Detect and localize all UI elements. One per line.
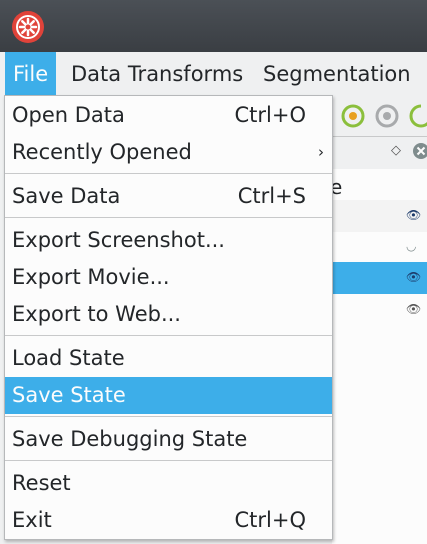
menu-item-reset[interactable]: Reset [5, 465, 332, 502]
pipeline-row[interactable]: 👁 [332, 294, 427, 326]
menu-item-label: Save State [12, 383, 126, 407]
menu-segmentation[interactable]: Segmentation [255, 52, 419, 96]
menu-file[interactable]: File [5, 52, 57, 96]
menu-separator [5, 460, 332, 461]
menu-item-open-data[interactable]: Open Data Ctrl+O [5, 97, 332, 134]
menu-item-export-movie[interactable]: Export Movie... [5, 259, 332, 296]
submenu-arrow-icon: › [318, 143, 324, 161]
menu-item-recently-opened[interactable]: Recently Opened › [5, 134, 332, 171]
menu-separator [5, 217, 332, 218]
menu-item-label: Export to Web... [12, 302, 181, 326]
menu-item-save-data[interactable]: Save Data Ctrl+S [5, 178, 332, 215]
file-menu-dropdown: Open Data Ctrl+O Recently Opened › Save … [4, 95, 333, 540]
menu-item-label: Open Data [12, 103, 125, 127]
hidden-eye-icon[interactable]: ◡ [406, 239, 416, 253]
menu-bar: File Data Transforms Segmentation [0, 52, 427, 96]
menu-item-export-to-web[interactable]: Export to Web... [5, 296, 332, 333]
pipeline-row-selected[interactable]: 👁 [332, 262, 427, 294]
app-logo-icon [12, 11, 44, 43]
menu-item-label: Load State [12, 346, 125, 370]
menu-item-shortcut: Ctrl+S [237, 184, 306, 208]
menu-separator [5, 416, 332, 417]
menu-item-label: Exit [12, 508, 52, 532]
menu-data-transforms[interactable]: Data Transforms [63, 52, 251, 96]
menu-item-shortcut: Ctrl+O [234, 103, 307, 127]
visibility-eye-icon[interactable]: 👁 [406, 208, 421, 222]
menu-item-save-debugging-state[interactable]: Save Debugging State [5, 421, 332, 458]
menu-item-shortcut: Ctrl+Q [234, 508, 307, 532]
menu-item-label: Export Movie... [12, 265, 170, 289]
pipeline-row[interactable]: ◡ [332, 232, 427, 264]
rotate-green-icon[interactable] [340, 103, 366, 129]
menu-item-label: Save Debugging State [12, 427, 248, 451]
pipeline-panel-header: ◇ [332, 136, 427, 170]
pipeline-row[interactable]: 👁 [332, 200, 427, 232]
close-icon[interactable] [412, 142, 427, 160]
menu-item-load-state[interactable]: Load State [5, 340, 332, 377]
menu-item-label: Reset [12, 471, 71, 495]
rotate-gray-icon[interactable] [374, 103, 400, 129]
diamond-icon[interactable]: ◇ [391, 143, 401, 158]
menu-item-export-screenshot[interactable]: Export Screenshot... [5, 222, 332, 259]
menu-item-exit[interactable]: Exit Ctrl+Q [5, 502, 332, 539]
menu-item-save-state[interactable]: Save State [5, 377, 332, 414]
menu-item-label: Recently Opened [12, 140, 192, 164]
menu-item-label: Export Screenshot... [12, 228, 225, 252]
visibility-eye-icon[interactable]: 👁 [406, 270, 421, 284]
menu-separator [5, 173, 332, 174]
window-titlebar [0, 0, 427, 52]
menu-item-label: Save Data [12, 184, 121, 208]
visibility-eye-icon[interactable]: 👁 [406, 302, 421, 316]
menu-separator [5, 335, 332, 336]
refresh-green-icon[interactable] [408, 103, 427, 129]
